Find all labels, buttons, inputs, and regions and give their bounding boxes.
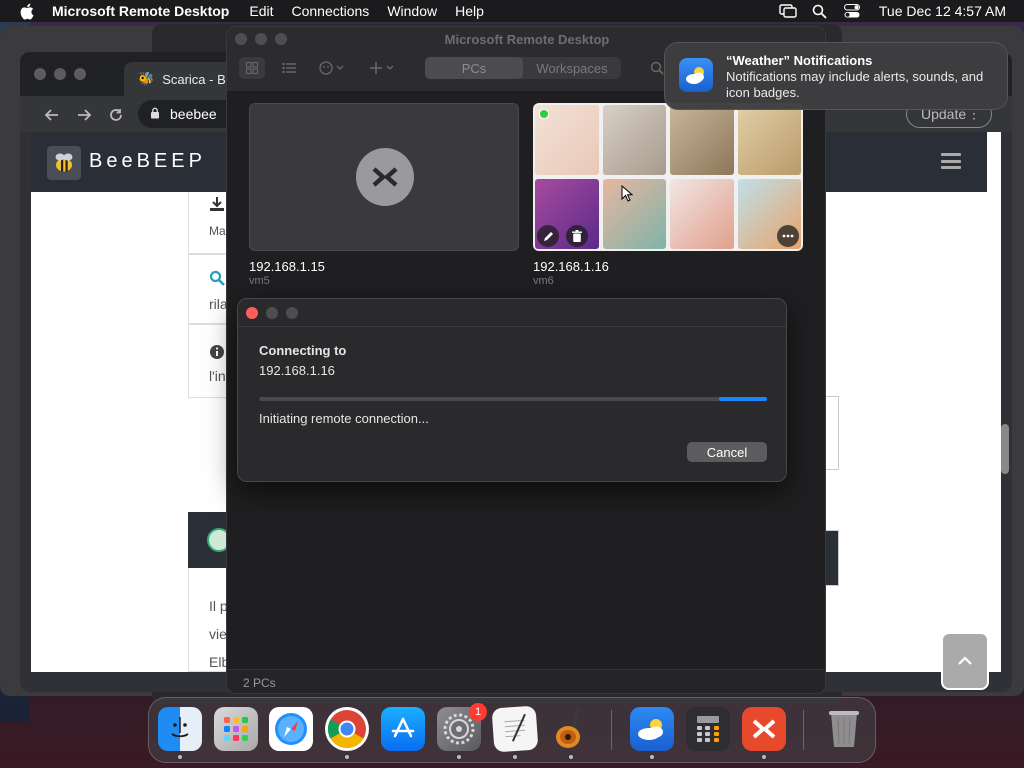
- forward-arrow-icon[interactable]: [74, 105, 94, 125]
- menu-connections[interactable]: Connections: [291, 3, 369, 19]
- dock-separator: [803, 710, 804, 750]
- running-indicator: [345, 755, 349, 759]
- close-icon[interactable]: [246, 307, 258, 319]
- remote-desktop-icon[interactable]: [742, 707, 786, 751]
- trash-icon[interactable]: [822, 707, 866, 751]
- safari-icon[interactable]: [269, 707, 313, 751]
- textedit-icon[interactable]: [491, 705, 539, 753]
- scroll-to-top-button[interactable]: [941, 632, 989, 690]
- snippet-text: l'in: [209, 368, 226, 384]
- back-arrow-icon[interactable]: [42, 105, 62, 125]
- cancel-button[interactable]: Cancel: [687, 442, 767, 462]
- spotlight-search-icon[interactable]: [811, 3, 829, 19]
- notification-title: “Weather” Notifications: [726, 53, 873, 68]
- dialog-titlebar: [238, 299, 786, 327]
- pc-name: 192.168.1.15: [249, 259, 325, 274]
- weather-icon[interactable]: [630, 707, 674, 751]
- pc-user: vm6: [533, 275, 554, 287]
- view-tabs: PCs Workspaces: [425, 57, 621, 79]
- hamburger-menu-icon[interactable]: [941, 153, 961, 169]
- garageband-icon[interactable]: [549, 707, 593, 751]
- screen-mirroring-icon[interactable]: [779, 3, 797, 19]
- chrome-icon[interactable]: [325, 707, 369, 751]
- snippet-text: Il p: [209, 598, 228, 614]
- weather-app-icon: [679, 58, 713, 92]
- pc-count: 2 PCs: [243, 675, 276, 690]
- notification-body: Notifications may include alerts, sounds…: [726, 69, 984, 100]
- running-indicator: [513, 755, 517, 759]
- menubar-clock[interactable]: Tue Dec 12 4:57 AM: [879, 3, 1006, 19]
- grid-view-icon[interactable]: [239, 57, 265, 79]
- reload-icon[interactable]: [106, 105, 126, 125]
- pc-name: 192.168.1.16: [533, 259, 609, 274]
- snippet-text: vie: [209, 626, 227, 642]
- running-indicator: [457, 755, 461, 759]
- list-view-icon[interactable]: [277, 57, 301, 79]
- dock-separator: [611, 710, 612, 750]
- tab-workspaces[interactable]: Workspaces: [523, 57, 621, 79]
- site-title[interactable]: BeeBEEP: [89, 150, 206, 173]
- info-icon: [209, 344, 225, 365]
- zoom-icon[interactable]: [74, 68, 86, 80]
- running-indicator: [762, 755, 766, 759]
- launchpad-icon[interactable]: [214, 707, 258, 751]
- snippet-text: Ma: [209, 224, 226, 238]
- menu-help[interactable]: Help: [455, 3, 484, 19]
- pc-card-vm6[interactable]: [533, 103, 803, 251]
- finder-icon[interactable]: [158, 707, 202, 751]
- pc-user: vm5: [249, 275, 270, 287]
- minimize-icon: [266, 307, 278, 319]
- trash-icon[interactable]: [566, 225, 588, 247]
- edit-pencil-icon[interactable]: [537, 225, 559, 247]
- app-store-icon[interactable]: [381, 707, 425, 751]
- running-indicator: [650, 755, 654, 759]
- menu-app-name[interactable]: Microsoft Remote Desktop: [52, 3, 229, 19]
- dialog-heading: Connecting to: [259, 343, 347, 358]
- more-options-icon[interactable]: [777, 225, 799, 247]
- running-indicator: [569, 755, 573, 759]
- close-icon[interactable]: [34, 68, 46, 80]
- chevron-up-icon: [958, 656, 972, 665]
- account-menu-icon[interactable]: [317, 57, 349, 79]
- notification-badge: 1: [469, 703, 487, 721]
- minimize-icon[interactable]: [54, 68, 66, 80]
- bee-logo-icon[interactable]: [47, 146, 81, 180]
- connection-progress-bar: [259, 397, 767, 401]
- connection-status-text: Initiating remote connection...: [259, 411, 429, 426]
- pc-card-vm5[interactable]: [249, 103, 519, 251]
- connected-status-icon: [539, 109, 549, 119]
- address-text: beebee: [170, 106, 217, 122]
- calculator-icon[interactable]: [686, 707, 730, 751]
- browser-tab-title: Scarica - Be: [162, 71, 233, 87]
- snippet-text: rila: [209, 296, 228, 312]
- running-indicator: [178, 755, 182, 759]
- tab-pcs[interactable]: PCs: [425, 57, 523, 79]
- mouse-pointer-icon: [621, 184, 634, 207]
- weather-notification[interactable]: “Weather” Notifications Notifications ma…: [664, 42, 1008, 110]
- zoom-icon: [286, 307, 298, 319]
- pc-count-footer: 2 PCs: [227, 669, 825, 693]
- progress-indicator: [719, 397, 767, 401]
- remote-desktop-logo-icon: [356, 148, 414, 206]
- connecting-dialog: Connecting to 192.168.1.16 Initiating re…: [237, 298, 787, 482]
- dialog-host: 192.168.1.16: [259, 363, 335, 378]
- add-menu-icon[interactable]: [367, 57, 399, 79]
- bee-favicon-icon: 🐝: [138, 71, 155, 86]
- lock-icon: [150, 106, 160, 122]
- page-scrollbar[interactable]: [1001, 424, 1009, 474]
- dock: 1: [148, 697, 876, 763]
- download-icon: [209, 196, 225, 217]
- control-center-icon[interactable]: [843, 3, 861, 19]
- menu-window[interactable]: Window: [387, 3, 437, 19]
- menu-bar: Microsoft Remote Desktop Edit Connection…: [0, 0, 1024, 22]
- apple-menu-icon[interactable]: [18, 2, 36, 20]
- search-icon: [209, 270, 225, 291]
- menu-edit[interactable]: Edit: [249, 3, 273, 19]
